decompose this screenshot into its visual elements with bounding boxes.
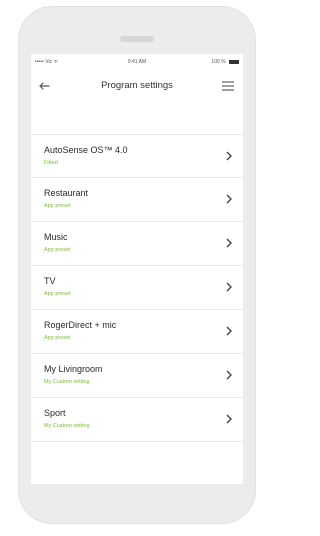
program-name: Sport xyxy=(44,408,66,418)
chevron-right-icon xyxy=(226,151,232,161)
page-title: Program settings xyxy=(101,80,173,91)
program-row[interactable]: TV App preset xyxy=(31,266,243,310)
program-type: Fitted xyxy=(44,160,58,166)
app-screen: ••••• Viz ᯤ 9:41 AM 100 % Program settin… xyxy=(31,54,243,484)
program-row[interactable]: Restaurant App preset xyxy=(31,178,243,222)
program-type: App preset xyxy=(44,335,71,341)
program-list: AutoSense OS™ 4.0 Fitted Restaurant App … xyxy=(31,134,243,442)
chevron-right-icon xyxy=(226,238,232,248)
chevron-right-icon xyxy=(226,282,232,292)
menu-icon[interactable] xyxy=(221,80,235,92)
battery-indicator: 100 % xyxy=(211,59,239,65)
navigation-bar: Program settings xyxy=(31,70,243,102)
program-row[interactable]: My Livingroom My Custom setting xyxy=(31,354,243,398)
program-type: App preset xyxy=(44,291,71,297)
phone-frame: ••••• Viz ᯤ 9:41 AM 100 % Program settin… xyxy=(18,6,256,524)
program-type: My Custom setting xyxy=(44,423,90,429)
battery-icon xyxy=(229,59,239,64)
program-name: RogerDirect + mic xyxy=(44,320,117,330)
program-name: Restaurant xyxy=(44,188,89,198)
chevron-right-icon xyxy=(226,326,232,336)
program-row[interactable]: Sport My Custom setting xyxy=(31,398,243,442)
battery-label: 100 % xyxy=(211,59,226,65)
speaker-grille xyxy=(120,36,154,42)
program-type: App preset xyxy=(44,247,71,253)
program-name: My Livingroom xyxy=(44,364,103,374)
program-type: App preset xyxy=(44,203,71,209)
program-row[interactable]: AutoSense OS™ 4.0 Fitted xyxy=(31,134,243,178)
program-name: AutoSense OS™ 4.0 xyxy=(44,145,128,155)
program-type: My Custom setting xyxy=(44,379,90,385)
program-row[interactable]: Music App preset xyxy=(31,222,243,266)
chevron-right-icon xyxy=(226,194,232,204)
program-row[interactable]: RogerDirect + mic App preset xyxy=(31,310,243,354)
program-name: TV xyxy=(44,276,56,286)
status-bar: ••••• Viz ᯤ 9:41 AM 100 % xyxy=(31,54,243,70)
program-name: Music xyxy=(44,232,68,242)
chevron-right-icon xyxy=(226,370,232,380)
chevron-right-icon xyxy=(226,414,232,424)
